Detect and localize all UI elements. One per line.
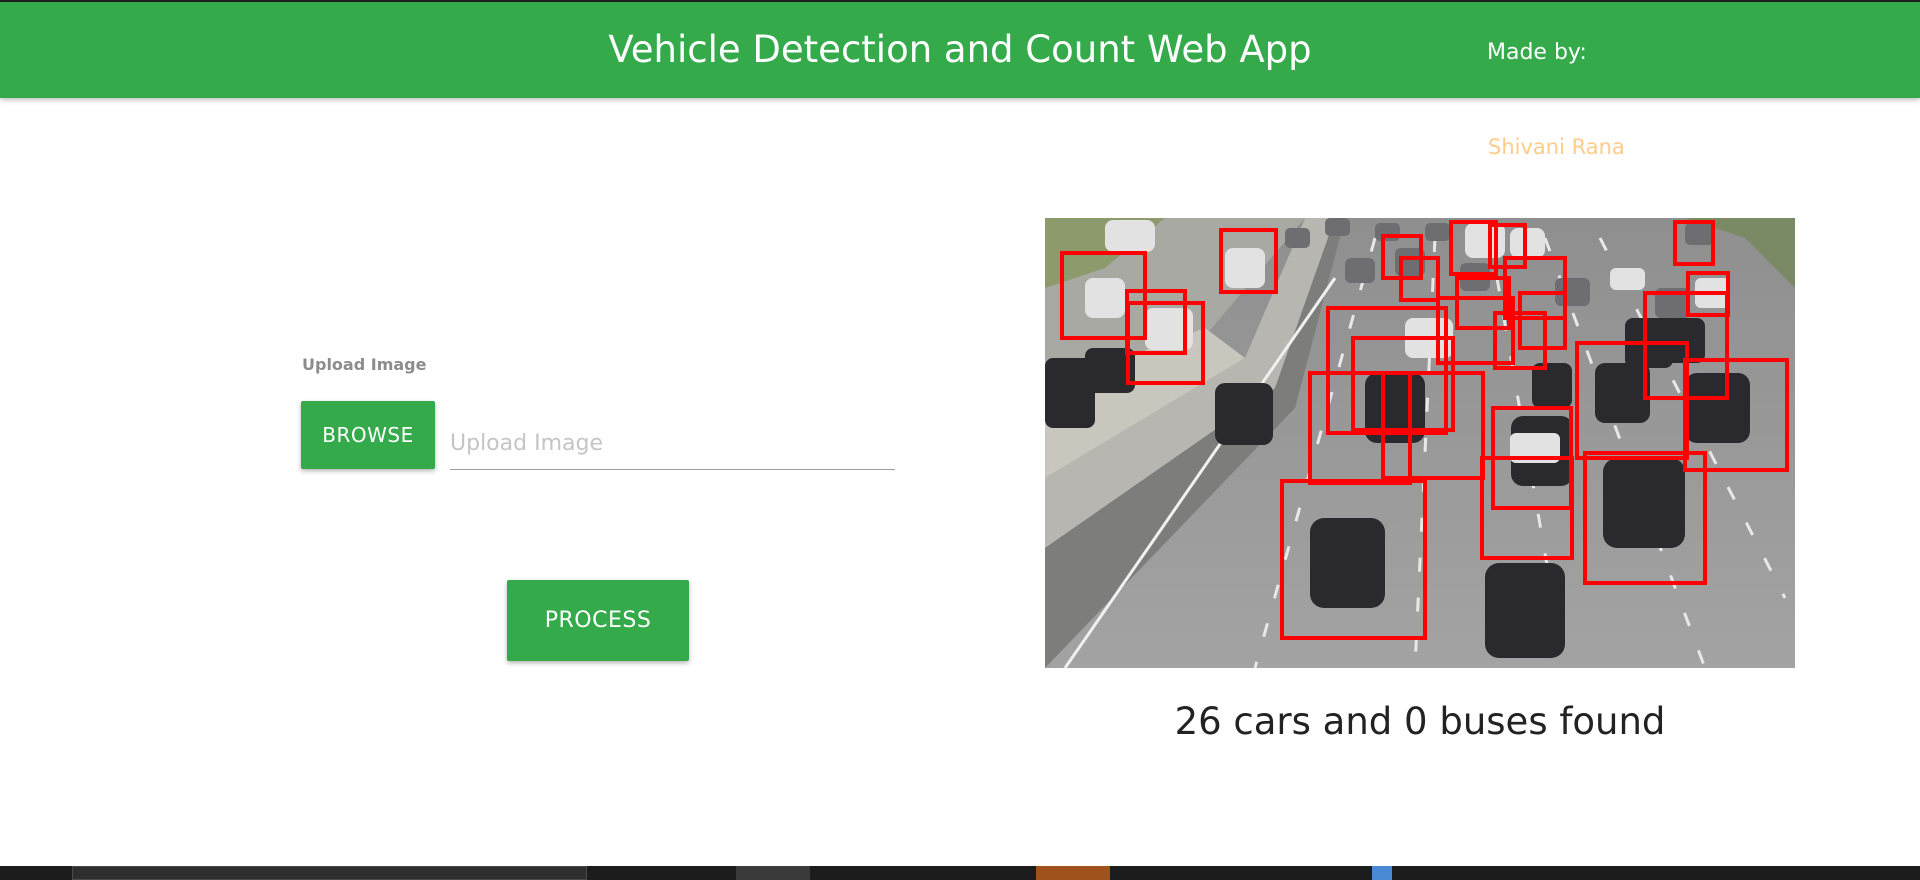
upload-image-input[interactable] [450, 418, 895, 470]
browse-button[interactable]: BROWSE [301, 401, 435, 469]
taskbar [0, 866, 1920, 880]
result-image [1045, 218, 1795, 668]
page-title: Vehicle Detection and Count Web App [608, 28, 1312, 71]
process-button[interactable]: PROCESS [507, 580, 689, 661]
taskbar-app-icon[interactable] [736, 866, 810, 880]
taskbar-search[interactable] [72, 866, 587, 880]
taskbar-app-icon[interactable] [1036, 866, 1110, 880]
made-by-label: Made by: [1487, 40, 1587, 65]
author-link[interactable]: Shivani Rana [1488, 135, 1625, 159]
upload-image-label: Upload Image [302, 355, 427, 374]
result-summary: 26 cars and 0 buses found [1174, 700, 1666, 743]
app-header: Vehicle Detection and Count Web App Made… [0, 0, 1920, 98]
taskbar-app-icon[interactable] [1372, 866, 1392, 880]
